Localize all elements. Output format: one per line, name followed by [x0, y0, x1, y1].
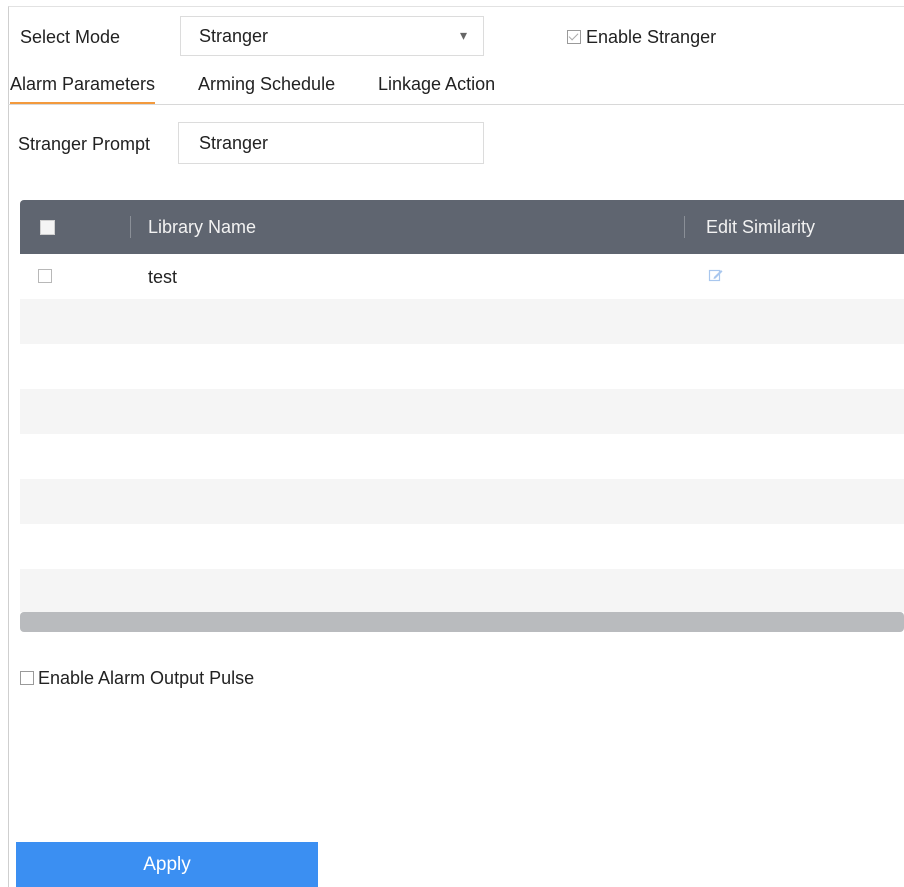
tabs-divider [8, 104, 904, 105]
empty-row [20, 434, 904, 479]
column-library-name: Library Name [148, 217, 257, 237]
column-separator [130, 216, 131, 238]
stranger-prompt-input[interactable]: Stranger [178, 122, 484, 164]
table-row[interactable]: test [20, 254, 904, 299]
select-all-checkbox[interactable] [40, 220, 55, 235]
select-mode-label: Select Mode [20, 27, 121, 47]
tab-arming-schedule[interactable]: Arming Schedule [198, 74, 335, 95]
tab-linkage-action[interactable]: Linkage Action [378, 74, 495, 95]
enable-stranger-checkbox[interactable] [567, 30, 581, 44]
stranger-prompt-value: Stranger [199, 133, 269, 153]
empty-row [20, 569, 904, 612]
stranger-prompt-label: Stranger Prompt [18, 134, 151, 154]
alarm-output-pulse-checkbox[interactable] [20, 671, 34, 685]
enable-stranger-label: Enable Stranger [586, 27, 717, 47]
empty-row [20, 479, 904, 524]
column-separator [684, 216, 685, 238]
empty-row [20, 389, 904, 434]
mode-select[interactable]: Stranger ▾ [180, 16, 484, 56]
edit-icon[interactable] [708, 267, 724, 283]
table-header: Library Name Edit Similarity [20, 200, 904, 254]
empty-row [20, 344, 904, 389]
horizontal-scrollbar[interactable] [20, 612, 904, 632]
library-table: Library Name Edit Similarity test [20, 200, 904, 632]
empty-row [20, 524, 904, 569]
row-checkbox[interactable] [38, 269, 52, 283]
library-name-cell: test [148, 267, 178, 287]
apply-button[interactable]: Apply [16, 842, 318, 887]
alarm-output-pulse-label: Enable Alarm Output Pulse [38, 668, 255, 688]
mode-select-value: Stranger [199, 26, 269, 46]
chevron-down-icon: ▾ [459, 27, 467, 43]
column-edit-similarity: Edit Similarity [706, 217, 816, 237]
tab-alarm-parameters[interactable]: Alarm Parameters [10, 74, 156, 104]
empty-row [20, 299, 904, 344]
